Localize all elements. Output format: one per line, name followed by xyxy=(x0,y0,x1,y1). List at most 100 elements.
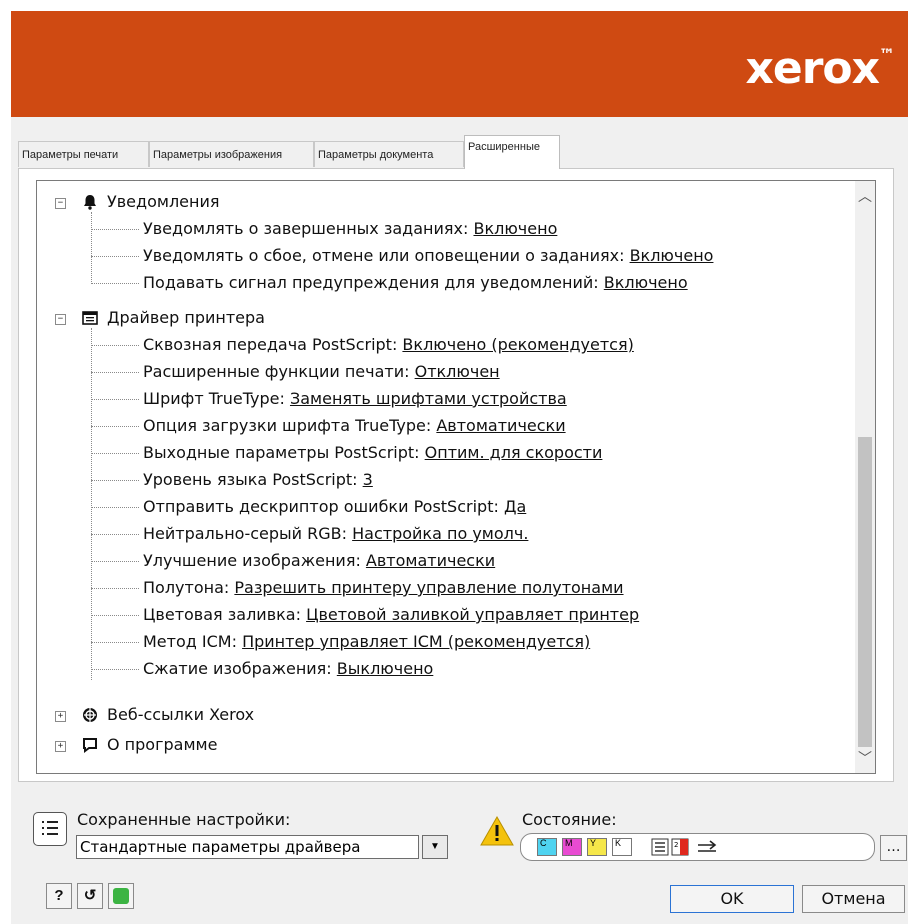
driver-setting-row[interactable]: Полутона: Разрешить принтеру управление … xyxy=(143,575,624,601)
tree-connector xyxy=(91,507,139,508)
driver-setting-row[interactable]: Опция загрузки шрифта TrueType: Автомати… xyxy=(143,413,566,439)
speech-bubble-icon xyxy=(82,737,98,753)
tree-connector xyxy=(91,426,139,427)
tree-connector xyxy=(91,534,139,535)
setting-label: Шрифт TrueType: xyxy=(143,389,285,408)
tree-connector xyxy=(91,345,139,346)
setting-value-link[interactable]: Да xyxy=(504,497,526,516)
printer-driver-node-label[interactable]: Драйвер принтера xyxy=(107,305,265,331)
tab-print-options[interactable]: Параметры печати xyxy=(18,141,149,167)
setting-value-link[interactable]: Включено (рекомендуется) xyxy=(402,335,633,354)
tree-connector xyxy=(91,328,92,680)
bell-icon xyxy=(82,194,98,210)
setting-value-link[interactable]: Оптим. для скорости xyxy=(425,443,603,462)
setting-label: Уровень языка PostScript: xyxy=(143,470,358,489)
setting-value-link[interactable]: Принтер управляет ICM (рекомендуется) xyxy=(242,632,590,651)
reset-button[interactable]: ↺ xyxy=(77,883,103,909)
tree-content: − Уведомления Уведомлять о завершенных з… xyxy=(37,181,855,773)
driver-setting-row[interactable]: Уровень языка PostScript: 3 xyxy=(143,467,373,493)
output-arrow-icon xyxy=(697,839,719,860)
green-indicator-icon xyxy=(113,888,129,904)
setting-value-link[interactable]: Настройка по умолч. xyxy=(352,524,528,543)
expand-about-toggle[interactable]: + xyxy=(55,741,66,752)
green-status-button[interactable] xyxy=(108,883,134,909)
driver-setting-row[interactable]: Отправить дескриптор ошибки PostScript: … xyxy=(143,494,526,520)
scroll-up-arrow-icon[interactable]: ︿ xyxy=(855,185,875,207)
yellow-toner-indicator: Y xyxy=(587,838,607,856)
setting-label: Метод ICM: xyxy=(143,632,237,651)
notify-alert-sound-setting[interactable]: Подавать сигнал предупреждения для уведо… xyxy=(143,270,688,296)
saved-settings-label: Сохраненные настройки: xyxy=(77,810,291,829)
expand-weblinks-toggle[interactable]: + xyxy=(55,711,66,722)
cancel-button[interactable]: Отмена xyxy=(802,885,905,913)
setting-label: Полутона: xyxy=(143,578,230,597)
tree-connector xyxy=(91,212,92,284)
duplex-page-icon: 2 xyxy=(671,838,689,861)
setting-value-link[interactable]: Заменять шрифтами устройства xyxy=(290,389,567,408)
setting-label: Сжатие изображения: xyxy=(143,659,332,678)
scroll-down-arrow-icon[interactable]: ﹀ xyxy=(855,747,875,769)
tree-connector xyxy=(91,615,139,616)
tree-scrollbar[interactable]: ︿ ﹀ xyxy=(855,181,875,773)
scrollbar-thumb[interactable] xyxy=(858,437,872,747)
driver-window-icon xyxy=(82,310,98,326)
svg-text:2: 2 xyxy=(674,841,678,849)
saved-settings-icon[interactable] xyxy=(33,812,67,846)
driver-setting-row[interactable]: Сквозная передача PostScript: Включено (… xyxy=(143,332,634,358)
paper-tray-icon xyxy=(651,838,669,861)
setting-value-link[interactable]: Автоматически xyxy=(366,551,495,570)
weblinks-node-label[interactable]: Веб-ссылки Xerox xyxy=(107,702,254,728)
tree-connector xyxy=(91,480,139,481)
setting-value-link[interactable]: 3 xyxy=(363,470,373,489)
setting-label: Опция загрузки шрифта TrueType: xyxy=(143,416,432,435)
status-indicator-panel: C M Y K 2 xyxy=(520,833,875,861)
notifications-node-label[interactable]: Уведомления xyxy=(107,189,220,215)
about-node-label[interactable]: О программе xyxy=(107,732,217,758)
setting-value-link[interactable]: Отключен xyxy=(415,362,500,381)
warning-icon xyxy=(480,815,514,851)
setting-value-link[interactable]: Разрешить принтеру управление полутонами xyxy=(234,578,623,597)
notify-failure-setting[interactable]: Уведомлять о сбое, отмене или оповещении… xyxy=(143,243,713,269)
driver-setting-row[interactable]: Метод ICM: Принтер управляет ICM (рекоме… xyxy=(143,629,590,655)
setting-label: Нейтрально-серый RGB: xyxy=(143,524,348,543)
tab-document-options[interactable]: Параметры документа xyxy=(314,141,464,167)
tab-advanced[interactable]: Расширенные xyxy=(464,135,560,169)
setting-value-link[interactable]: Автоматически xyxy=(436,416,565,435)
driver-setting-row[interactable]: Расширенные функции печати: Отключен xyxy=(143,359,500,385)
collapse-notifications-toggle[interactable]: − xyxy=(55,198,66,209)
tree-connector xyxy=(91,399,139,400)
tab-image-options[interactable]: Параметры изображения xyxy=(149,141,314,167)
xerox-header-banner: xerox™ xyxy=(11,11,908,117)
setting-label: Отправить дескриптор ошибки PostScript: xyxy=(143,497,499,516)
tree-connector xyxy=(91,283,139,284)
setting-label: Расширенные функции печати: xyxy=(143,362,410,381)
xerox-logo: xerox™ xyxy=(745,43,895,94)
tree-connector xyxy=(91,642,139,643)
tree-connector xyxy=(91,561,139,562)
help-button[interactable]: ? xyxy=(46,883,72,909)
web-globe-icon xyxy=(82,707,98,723)
driver-setting-row[interactable]: Нейтрально-серый RGB: Настройка по умолч… xyxy=(143,521,528,547)
setting-value-link[interactable]: Цветовой заливкой управляет принтер xyxy=(306,605,639,624)
driver-setting-row[interactable]: Улучшение изображения: Автоматически xyxy=(143,548,495,574)
status-more-button[interactable]: … xyxy=(880,835,907,861)
tree-connector xyxy=(91,453,139,454)
saved-settings-dropdown[interactable]: Стандартные параметры драйвера xyxy=(76,835,419,859)
setting-label: Выходные параметры PostScript: xyxy=(143,443,420,462)
driver-setting-row[interactable]: Шрифт TrueType: Заменять шрифтами устрой… xyxy=(143,386,567,412)
magenta-toner-indicator: M xyxy=(562,838,582,856)
cyan-toner-indicator: C xyxy=(537,838,557,856)
ok-button[interactable]: OK xyxy=(670,885,794,913)
driver-setting-row[interactable]: Цветовая заливка: Цветовой заливкой упра… xyxy=(143,602,639,628)
tree-connector xyxy=(91,669,139,670)
driver-setting-row[interactable]: Выходные параметры PostScript: Оптим. дл… xyxy=(143,440,602,466)
driver-setting-row[interactable]: Сжатие изображения: Выключено xyxy=(143,656,433,682)
saved-settings-dropdown-arrow-icon[interactable]: ▼ xyxy=(422,835,448,859)
tree-connector xyxy=(91,256,139,257)
settings-tree: − Уведомления Уведомлять о завершенных з… xyxy=(36,180,876,774)
status-label: Состояние: xyxy=(522,810,617,829)
collapse-driver-toggle[interactable]: − xyxy=(55,314,66,325)
tree-connector xyxy=(91,372,139,373)
setting-value-link[interactable]: Выключено xyxy=(337,659,434,678)
notify-completed-jobs-setting[interactable]: Уведомлять о завершенных заданиях: Включ… xyxy=(143,216,557,242)
